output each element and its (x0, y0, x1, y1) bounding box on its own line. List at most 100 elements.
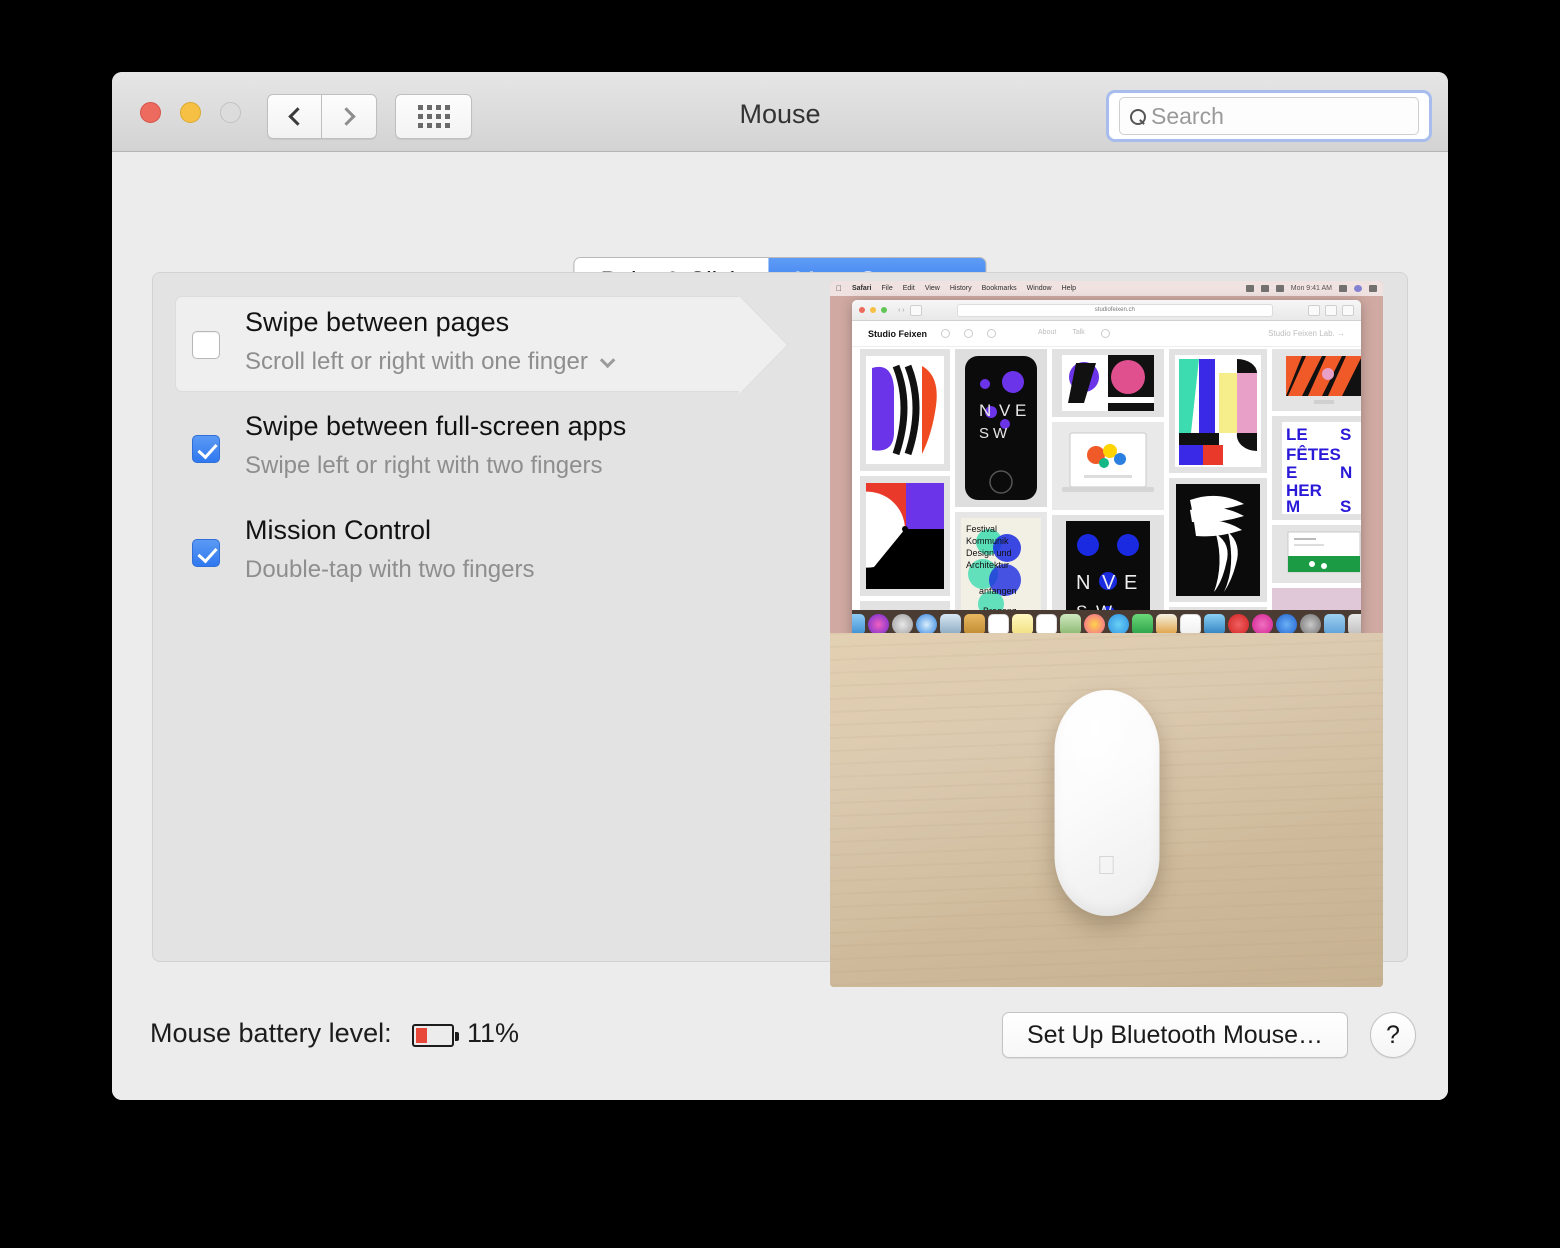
gesture-subtitle-wrap: Swipe left or right with two fingers (245, 452, 602, 480)
photos-icon (1084, 614, 1105, 633)
battery-indicator-icon (412, 1024, 454, 1047)
poster-art-laptop-site (1058, 429, 1158, 503)
menubar-item: Window (1027, 285, 1052, 292)
safari-tabs-icon (1325, 305, 1337, 316)
checkbox-swipe-between-full-screen-apps[interactable] (192, 435, 220, 463)
poster-thumbnail-phone: N V E S W (955, 349, 1047, 507)
preview-menubar:  Safari File Edit View History Bookmark… (830, 281, 1383, 296)
siri-icon (1354, 285, 1362, 292)
svg-text:N: N (979, 401, 991, 420)
search-placeholder: Search (1151, 103, 1224, 130)
checkbox-swipe-between-pages[interactable] (192, 331, 220, 359)
wifi-icon (1246, 285, 1254, 292)
svg-text:LE: LE (1286, 425, 1308, 444)
svg-text:Kommunik: Kommunik (966, 536, 1009, 546)
siri-dock-icon (868, 614, 889, 633)
safari-newtab-icon (1342, 305, 1354, 316)
search-field-focus-ring: Search (1106, 90, 1432, 142)
safari-url-field: studiofeixen.ch (957, 304, 1273, 317)
launchpad-icon (892, 614, 913, 633)
poster-thumbnail-laptop (1052, 422, 1164, 510)
facetime-icon (1132, 614, 1153, 633)
safari-zoom-icon (881, 307, 887, 313)
poster-thumbnail (860, 349, 950, 471)
svg-text:E: E (1286, 463, 1297, 482)
apple-logo-icon:  (1097, 852, 1117, 878)
battery-icon (1276, 285, 1284, 292)
safari-toolbar: ‹ › studiofeixen.ch (852, 300, 1361, 321)
gesture-row-mission-control[interactable]: Mission Control Double-tap with two fing… (175, 499, 795, 603)
no-entry-icon (1228, 614, 1249, 633)
poster-art-color-bars (1175, 355, 1261, 467)
poster-thumbnail (860, 476, 950, 596)
svg-text:Design und: Design und (966, 548, 1012, 558)
preview-dock (852, 610, 1361, 633)
gesture-row-swipe-between-full-screen-apps[interactable]: Swipe between full-screen apps Swipe lef… (175, 395, 795, 499)
contacts-icon (964, 614, 985, 633)
calendar-icon (988, 614, 1009, 633)
svg-text:V: V (999, 401, 1011, 420)
menubar-item: History (950, 285, 972, 292)
gesture-row-swipe-between-pages[interactable]: Swipe between pages Scroll left or right… (175, 291, 795, 395)
svg-text:V: V (1102, 572, 1116, 594)
site-icon-three (987, 329, 996, 338)
app-store-icon (1276, 614, 1297, 633)
poster-thumbnail (1169, 349, 1267, 473)
safari-dock-icon (916, 614, 937, 633)
safari-share-icon (1308, 305, 1320, 316)
preview-safari-window: ‹ › studiofeixen.ch Studio Feixen (852, 300, 1361, 633)
poster-art-spread-circle (1062, 355, 1154, 411)
site-icon-two (964, 329, 973, 338)
poster-column: LES FÊTES EN HER MS (1272, 349, 1361, 633)
site-icon-one (941, 329, 950, 338)
svg-text:Architektur: Architektur (966, 560, 1009, 570)
poster-thumbnail: LES FÊTES EN HER MS (1272, 416, 1361, 520)
notification-center-icon (1369, 285, 1377, 292)
site-nav-link: About (1038, 329, 1056, 338)
mouse-preferences-window: Mouse Search Point & Click More Gestures… (112, 72, 1448, 1100)
search-input[interactable]: Search (1119, 97, 1419, 135)
menubar-item: Safari (852, 285, 871, 292)
poster-thumbnail-laptop-green (1272, 525, 1361, 583)
site-search-icon (1101, 329, 1110, 338)
svg-text:M: M (1286, 497, 1300, 514)
svg-text:anfangen: anfangen (979, 586, 1017, 596)
svg-text:N: N (1076, 572, 1090, 594)
apple-menu-icon:  (836, 284, 842, 293)
poster-thumbnail (1169, 478, 1267, 602)
svg-text:S: S (979, 425, 989, 442)
poster-art-monitor-stripes (1278, 354, 1361, 406)
gesture-subtitle-wrap: Double-tap with two fingers (245, 556, 534, 584)
set-up-bluetooth-mouse-button[interactable]: Set Up Bluetooth Mouse… (1002, 1012, 1348, 1058)
poster-art-abstract-purple (866, 356, 944, 464)
notes-icon (1012, 614, 1033, 633)
menubar-item: Bookmarks (982, 285, 1017, 292)
safari-close-icon (859, 307, 865, 313)
poster-thumbnail-festival: Festival Kommunik Design und Architektur… (955, 512, 1047, 624)
help-button[interactable]: ? (1370, 1012, 1416, 1058)
poster-grid: N V E S W (860, 349, 1353, 633)
numbers-icon (1180, 614, 1201, 633)
svg-text:Festival: Festival (966, 524, 997, 534)
poster-thumbnail (1052, 349, 1164, 417)
poster-column: N V E S W (955, 349, 1047, 633)
svg-text:FÊTES: FÊTES (1286, 445, 1341, 464)
messages-icon (1108, 614, 1129, 633)
site-nav-link: Talk (1072, 329, 1084, 338)
battery-percent-value: 11% (467, 1018, 519, 1049)
checkbox-mission-control[interactable] (192, 539, 220, 567)
gesture-preview:  Safari File Edit View History Bookmark… (830, 281, 1383, 987)
poster-column (1169, 349, 1267, 633)
trash-icon (1348, 614, 1361, 633)
settings-panel: Swipe between pages Scroll left or right… (152, 272, 1408, 962)
site-header: Studio Feixen About Talk Studio Feixen L… (852, 321, 1361, 347)
gesture-subtitle-wrap[interactable]: Scroll left or right with one finger (245, 348, 611, 376)
poster-column (860, 349, 950, 633)
poster-art-phone-nove: N V E S W (961, 354, 1041, 502)
gesture-subtitle: Double-tap with two fingers (245, 556, 534, 584)
svg-text:E: E (1124, 572, 1137, 594)
window-body: Point & Click More Gestures Swipe betwee… (112, 152, 1448, 1100)
keynote-icon (1204, 614, 1225, 633)
safari-nav-icons: ‹ › (898, 307, 905, 314)
poster-art-laptop-green-site (1278, 530, 1361, 578)
